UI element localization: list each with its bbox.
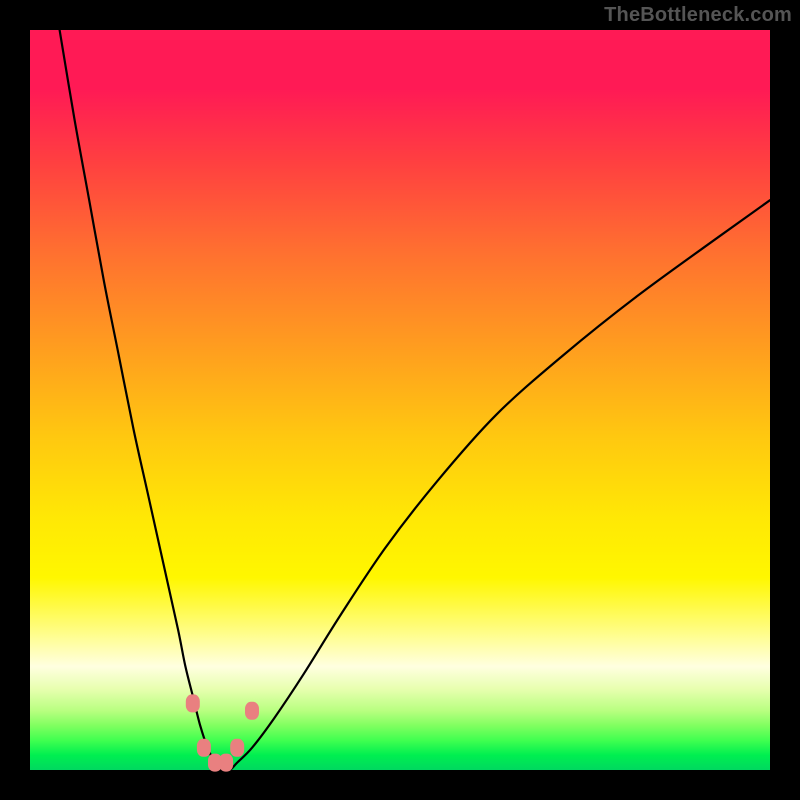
bottleneck-curve-path [60,30,770,771]
chart-frame: TheBottleneck.com [0,0,800,800]
curve-markers [186,694,259,771]
curve-marker [186,694,200,712]
bottleneck-curve-svg [30,30,770,770]
curve-marker [230,739,244,757]
curve-marker [219,754,233,772]
curve-marker [245,702,259,720]
curve-marker [197,739,211,757]
attribution-watermark: TheBottleneck.com [604,4,792,27]
